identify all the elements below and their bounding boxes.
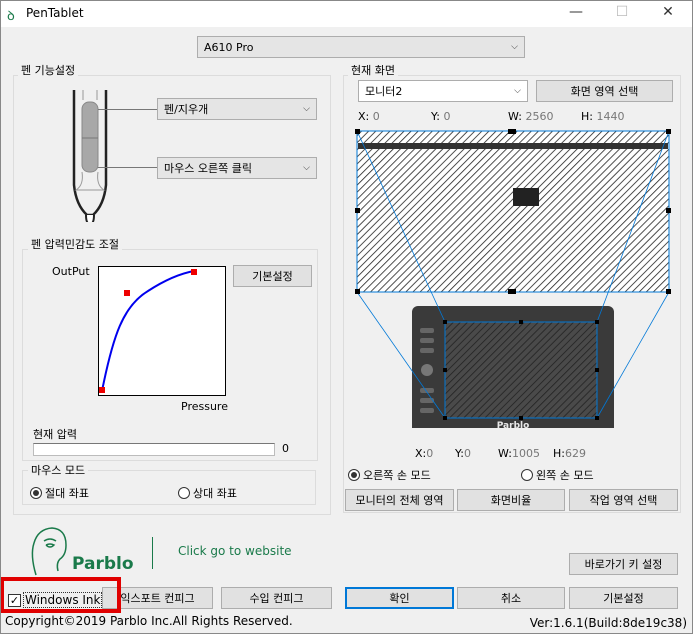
pen-settings-label: 펜 기능설정 xyxy=(18,62,79,78)
monitor-select-value: 모니터2 xyxy=(365,85,403,98)
cancel-button[interactable]: 취소 xyxy=(457,587,565,609)
windows-ink-label: Windows Ink xyxy=(23,592,103,608)
window-title: PenTablet xyxy=(26,6,84,20)
curve-start-point[interactable] xyxy=(99,387,105,393)
screen-y: Y: 0 xyxy=(431,110,451,123)
app-icon: ꝺ xyxy=(7,9,15,24)
shortcut-key-settings-button[interactable]: 바로가기 키 설정 xyxy=(569,553,678,575)
relative-mode-radio[interactable]: 상대 좌표 xyxy=(178,485,237,501)
chevron-down-icon: ⌵ xyxy=(303,163,310,173)
right-hand-mode-label: 오른쪽 손 모드 xyxy=(363,469,431,482)
curve-control-point[interactable] xyxy=(124,290,130,296)
tablet-brand: Parblo xyxy=(496,421,530,431)
windows-ink-checkbox[interactable]: ✓ Windows Ink xyxy=(8,592,103,608)
absolute-mode-label: 절대 좌표 xyxy=(45,487,89,500)
screen-area[interactable] xyxy=(356,130,670,293)
checkbox-checked-icon: ✓ xyxy=(8,593,21,607)
default-settings-button[interactable]: 기본설정 xyxy=(569,587,678,609)
screen-ratio-button[interactable]: 화면비율 xyxy=(457,489,565,511)
left-hand-mode-label: 왼쪽 손 모드 xyxy=(536,469,594,482)
screen-w: W: 2560 xyxy=(508,110,554,123)
output-axis-label: OutPut xyxy=(52,265,90,278)
left-hand-mode-radio[interactable]: 왼쪽 손 모드 xyxy=(521,467,594,483)
copyright-text: Copyright©2019 Parblo Inc.All Rights Res… xyxy=(5,614,293,628)
select-screen-area-button[interactable]: 화면 영역 선택 xyxy=(536,80,673,102)
radio-unchecked-icon xyxy=(521,469,533,481)
pressure-axis-label: Pressure xyxy=(181,400,228,413)
radio-checked-icon xyxy=(348,469,360,481)
website-link[interactable]: Click go to website xyxy=(178,544,292,558)
absolute-mode-radio[interactable]: 절대 좌표 xyxy=(30,485,89,501)
pressure-group-label: 펜 압력민감도 조절 xyxy=(28,236,122,252)
chevron-down-icon: ⌵ xyxy=(511,42,518,52)
radio-checked-icon xyxy=(30,487,42,499)
ok-button[interactable]: 확인 xyxy=(345,587,454,609)
tablet-h: H:629 xyxy=(553,447,586,460)
tablet-y: Y:0 xyxy=(455,447,471,460)
lower-button-select[interactable]: 마우스 오른쪽 클릭 ⌵ xyxy=(157,157,317,179)
connector-line xyxy=(98,109,157,110)
current-pressure-value: 0 xyxy=(282,442,289,455)
connector-line xyxy=(98,167,157,168)
parblo-logo-icon[interactable] xyxy=(28,525,70,577)
curve-end-point[interactable] xyxy=(191,269,197,275)
device-select-value: A610 Pro xyxy=(204,40,254,54)
minimize-button[interactable]: — xyxy=(566,4,586,20)
screen-h: H: 1440 xyxy=(581,110,625,123)
right-hand-mode-radio[interactable]: 오른쪽 손 모드 xyxy=(348,467,431,483)
select-work-area-button[interactable]: 작업 영역 선택 xyxy=(569,489,678,511)
mapping-preview[interactable] xyxy=(350,128,675,428)
chevron-down-icon: ⌵ xyxy=(514,86,521,96)
mouse-mode-label: 마우스 모드 xyxy=(28,462,89,478)
version-text: Ver:1.6.1(Build:8de19c38) xyxy=(529,616,687,630)
screen-group-label: 현재 화면 xyxy=(348,62,398,78)
parblo-logo-text: Parblo xyxy=(72,554,134,574)
close-button[interactable]: ✕ xyxy=(658,4,678,20)
tablet-x: X:0 xyxy=(415,447,434,460)
tablet-active-area[interactable] xyxy=(444,321,598,419)
current-pressure-label: 현재 압력 xyxy=(33,428,77,441)
upper-button-value: 펜/지우개 xyxy=(164,103,209,116)
maximize-button[interactable]: ☐ xyxy=(612,4,632,20)
divider xyxy=(152,537,153,569)
pressure-curve-graph[interactable] xyxy=(98,266,226,396)
import-config-button[interactable]: 수입 컨피그 xyxy=(221,587,332,609)
pressure-default-button[interactable]: 기본설정 xyxy=(233,265,312,287)
full-monitor-area-button[interactable]: 모니터의 전체 영역 xyxy=(345,489,454,511)
upper-button-select[interactable]: 펜/지우개 ⌵ xyxy=(157,98,317,120)
monitor-select[interactable]: 모니터2 ⌵ xyxy=(358,80,528,102)
screen-x: X: 0 xyxy=(358,110,380,123)
chevron-down-icon: ⌵ xyxy=(303,104,310,114)
relative-mode-label: 상대 좌표 xyxy=(193,487,237,500)
lower-button-value: 마우스 오른쪽 클릭 xyxy=(164,162,252,175)
title-bar xyxy=(0,0,693,27)
radio-unchecked-icon xyxy=(178,487,190,499)
tablet-w: W:1005 xyxy=(498,447,540,460)
current-pressure-bar xyxy=(33,443,275,456)
device-select[interactable]: A610 Pro ⌵ xyxy=(197,36,525,58)
